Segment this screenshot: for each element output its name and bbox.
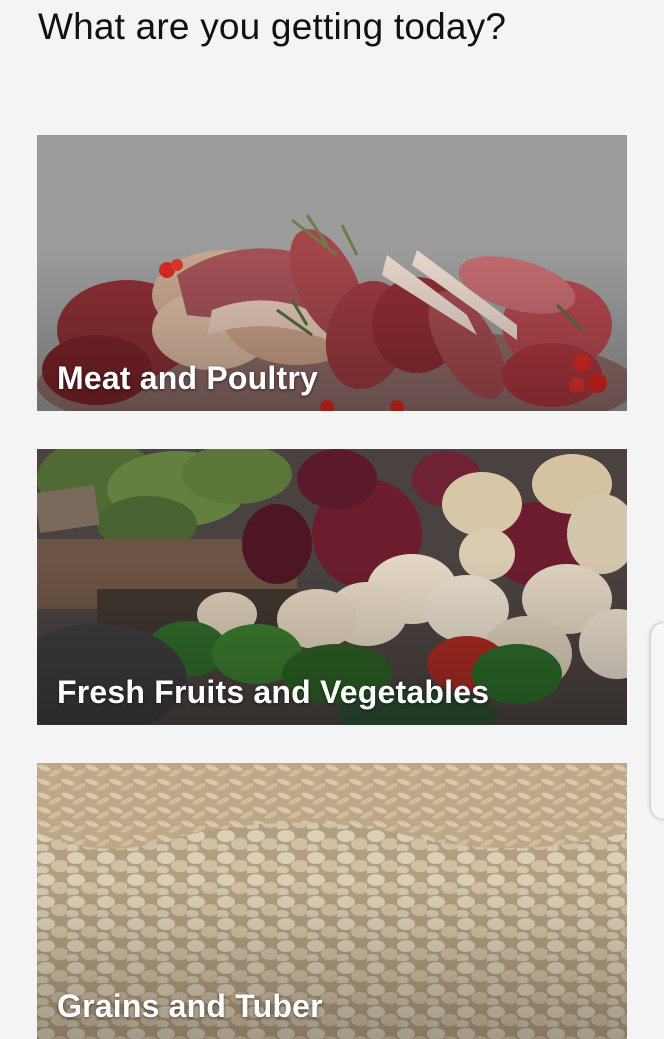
category-label: Fresh Fruits and Vegetables [57, 674, 490, 710]
category-card-grains-and-tuber[interactable]: Grains and Tuber [37, 763, 627, 1039]
category-label: Meat and Poultry [57, 360, 319, 396]
category-card-fresh-fruits-and-vegetables[interactable]: Fresh Fruits and Vegetables [37, 449, 627, 725]
category-screen: What are you getting today? Meat and Pou… [0, 0, 664, 1039]
category-card-meat-and-poultry[interactable]: Meat and Poultry [37, 135, 627, 411]
category-label: Grains and Tuber [57, 988, 323, 1024]
page-title: What are you getting today? [38, 6, 507, 47]
edge-panel-handle[interactable] [650, 622, 664, 820]
